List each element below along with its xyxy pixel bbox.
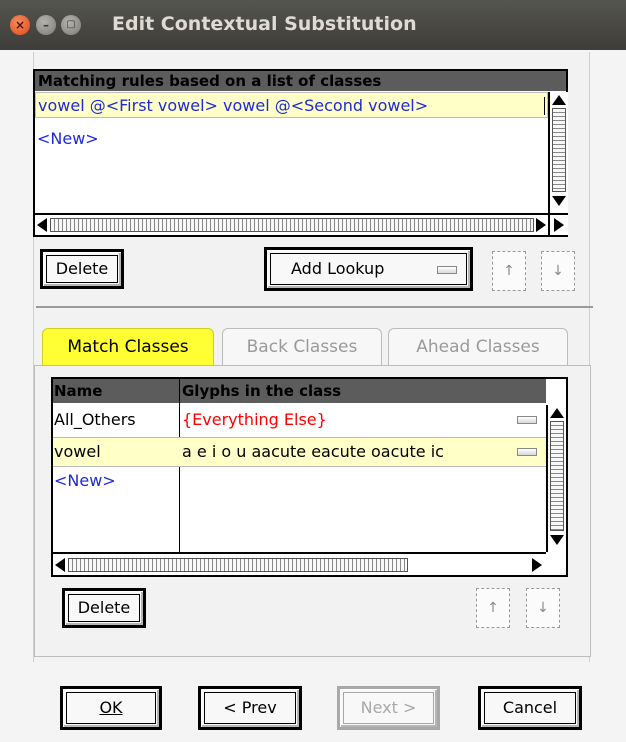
menu-indicator-icon bbox=[437, 266, 457, 274]
classes-hscrollbar[interactable] bbox=[53, 552, 546, 575]
rules-delete-button[interactable]: Delete bbox=[40, 249, 124, 289]
class-row-name[interactable]: All_Others bbox=[53, 405, 178, 435]
classes-move-up-button[interactable]: ↑ bbox=[476, 588, 510, 628]
next-button[interactable]: Next > bbox=[337, 686, 440, 730]
scroll-corner bbox=[548, 213, 568, 235]
tab-ahead-classes[interactable]: Ahead Classes bbox=[388, 328, 568, 366]
prev-button[interactable]: < Prev bbox=[198, 686, 302, 730]
rules-move-down-button[interactable]: ↓ bbox=[541, 251, 575, 291]
scroll-right-arrow-icon[interactable] bbox=[553, 218, 565, 232]
section-divider bbox=[36, 306, 593, 308]
add-lookup-button[interactable]: Add Lookup bbox=[264, 247, 473, 291]
cancel-button[interactable]: Cancel bbox=[478, 686, 582, 730]
classes-delete-label: Delete bbox=[77, 598, 131, 617]
class-row-glyphs[interactable]: {Everything Else} bbox=[182, 405, 522, 435]
next-label: Next > bbox=[360, 698, 417, 717]
title-bar: × – ▢ Edit Contextual Substitution bbox=[0, 0, 626, 50]
rules-hscroll-thumb[interactable] bbox=[50, 218, 534, 232]
cancel-label: Cancel bbox=[502, 698, 558, 717]
close-window-button[interactable]: × bbox=[10, 15, 30, 35]
rules-hscrollbar[interactable] bbox=[35, 213, 548, 235]
classes-hscroll-thumb[interactable] bbox=[68, 558, 408, 572]
class-row-new[interactable]: <New> bbox=[54, 468, 174, 494]
rule-row-new[interactable]: <New> bbox=[37, 128, 237, 150]
scroll-right-arrow-icon[interactable] bbox=[535, 218, 547, 232]
rule-row-selected[interactable]: vowel @<First vowel> vowel @<Second vowe… bbox=[35, 92, 548, 118]
class-row-name[interactable]: vowel bbox=[53, 438, 178, 466]
column-name-header: Name bbox=[54, 382, 103, 400]
scroll-up-arrow-icon[interactable] bbox=[551, 94, 567, 106]
tab-back-classes[interactable]: Back Classes bbox=[222, 328, 382, 366]
scroll-left-arrow-icon[interactable] bbox=[54, 558, 66, 572]
add-lookup-label: Add Lookup bbox=[291, 259, 385, 278]
maximize-window-button[interactable]: ▢ bbox=[61, 15, 81, 35]
prev-label: < Prev bbox=[223, 698, 277, 717]
ok-label: OK bbox=[99, 698, 123, 717]
ok-button[interactable]: OK bbox=[60, 686, 162, 730]
scroll-right-arrow-icon[interactable] bbox=[531, 558, 543, 572]
scroll-down-arrow-icon[interactable] bbox=[551, 195, 567, 207]
classes-vscrollbar[interactable] bbox=[546, 405, 566, 552]
edit-glyphs-icon[interactable] bbox=[517, 448, 537, 456]
rules-vscroll-thumb[interactable] bbox=[552, 108, 566, 192]
text-cursor bbox=[544, 97, 545, 115]
classes-vscroll-thumb[interactable] bbox=[550, 421, 564, 531]
rules-list-header: Matching rules based on a list of classe… bbox=[35, 71, 566, 91]
scroll-left-arrow-icon[interactable] bbox=[36, 218, 48, 232]
scroll-up-arrow-icon[interactable] bbox=[549, 407, 565, 419]
classes-delete-button[interactable]: Delete bbox=[62, 588, 146, 628]
scroll-down-arrow-icon[interactable] bbox=[549, 534, 565, 546]
window-title: Edit Contextual Substitution bbox=[112, 13, 417, 35]
classes-move-down-button[interactable]: ↓ bbox=[526, 588, 560, 628]
tab-match-classes[interactable]: Match Classes bbox=[42, 328, 214, 366]
column-glyphs-header: Glyphs in the class bbox=[182, 382, 342, 400]
rules-move-up-button[interactable]: ↑ bbox=[492, 251, 526, 291]
edit-glyphs-icon[interactable] bbox=[517, 416, 537, 424]
rules-vscrollbar[interactable] bbox=[548, 92, 568, 213]
class-row-glyphs[interactable]: a e i o u aacute eacute oacute ic bbox=[182, 438, 514, 466]
rules-delete-label: Delete bbox=[55, 259, 109, 278]
classes-table-header: Name Glyphs in the class bbox=[53, 379, 546, 403]
minimize-window-button[interactable]: – bbox=[36, 15, 56, 35]
